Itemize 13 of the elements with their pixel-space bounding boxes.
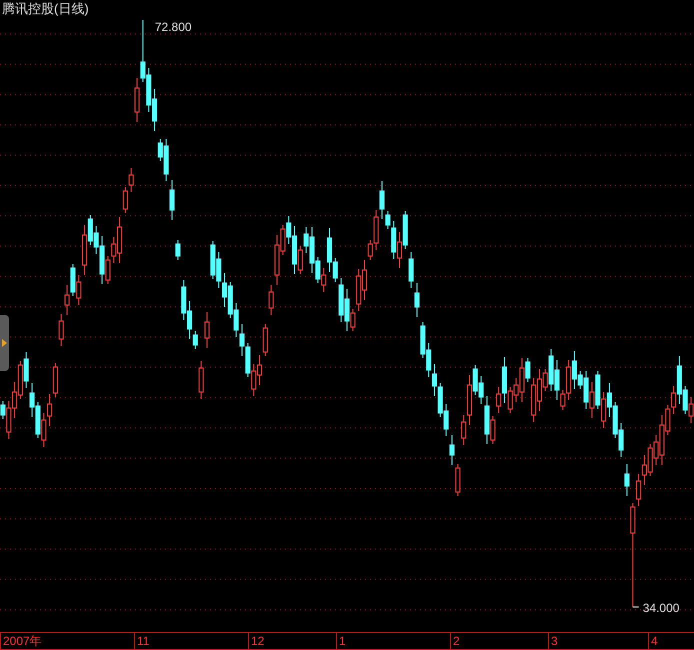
chart-title: 腾讯控股(日线) [2,1,89,17]
time-axis-label: 4 [648,633,694,649]
leader-line [632,606,640,608]
time-axis-label: 11 [134,633,248,649]
triangle-right-icon [2,339,7,347]
low-price-label: 34.000 [642,600,680,616]
time-axis-label: 3 [548,633,648,649]
time-axis-label: 2 [450,633,548,649]
time-axis-label: 2007年 [0,633,134,649]
time-axis-label: 12 [248,633,336,649]
side-panel-toggle[interactable] [0,315,9,371]
high-price-label: 72.800 [154,19,192,35]
time-axis-label: 1 [336,633,450,649]
